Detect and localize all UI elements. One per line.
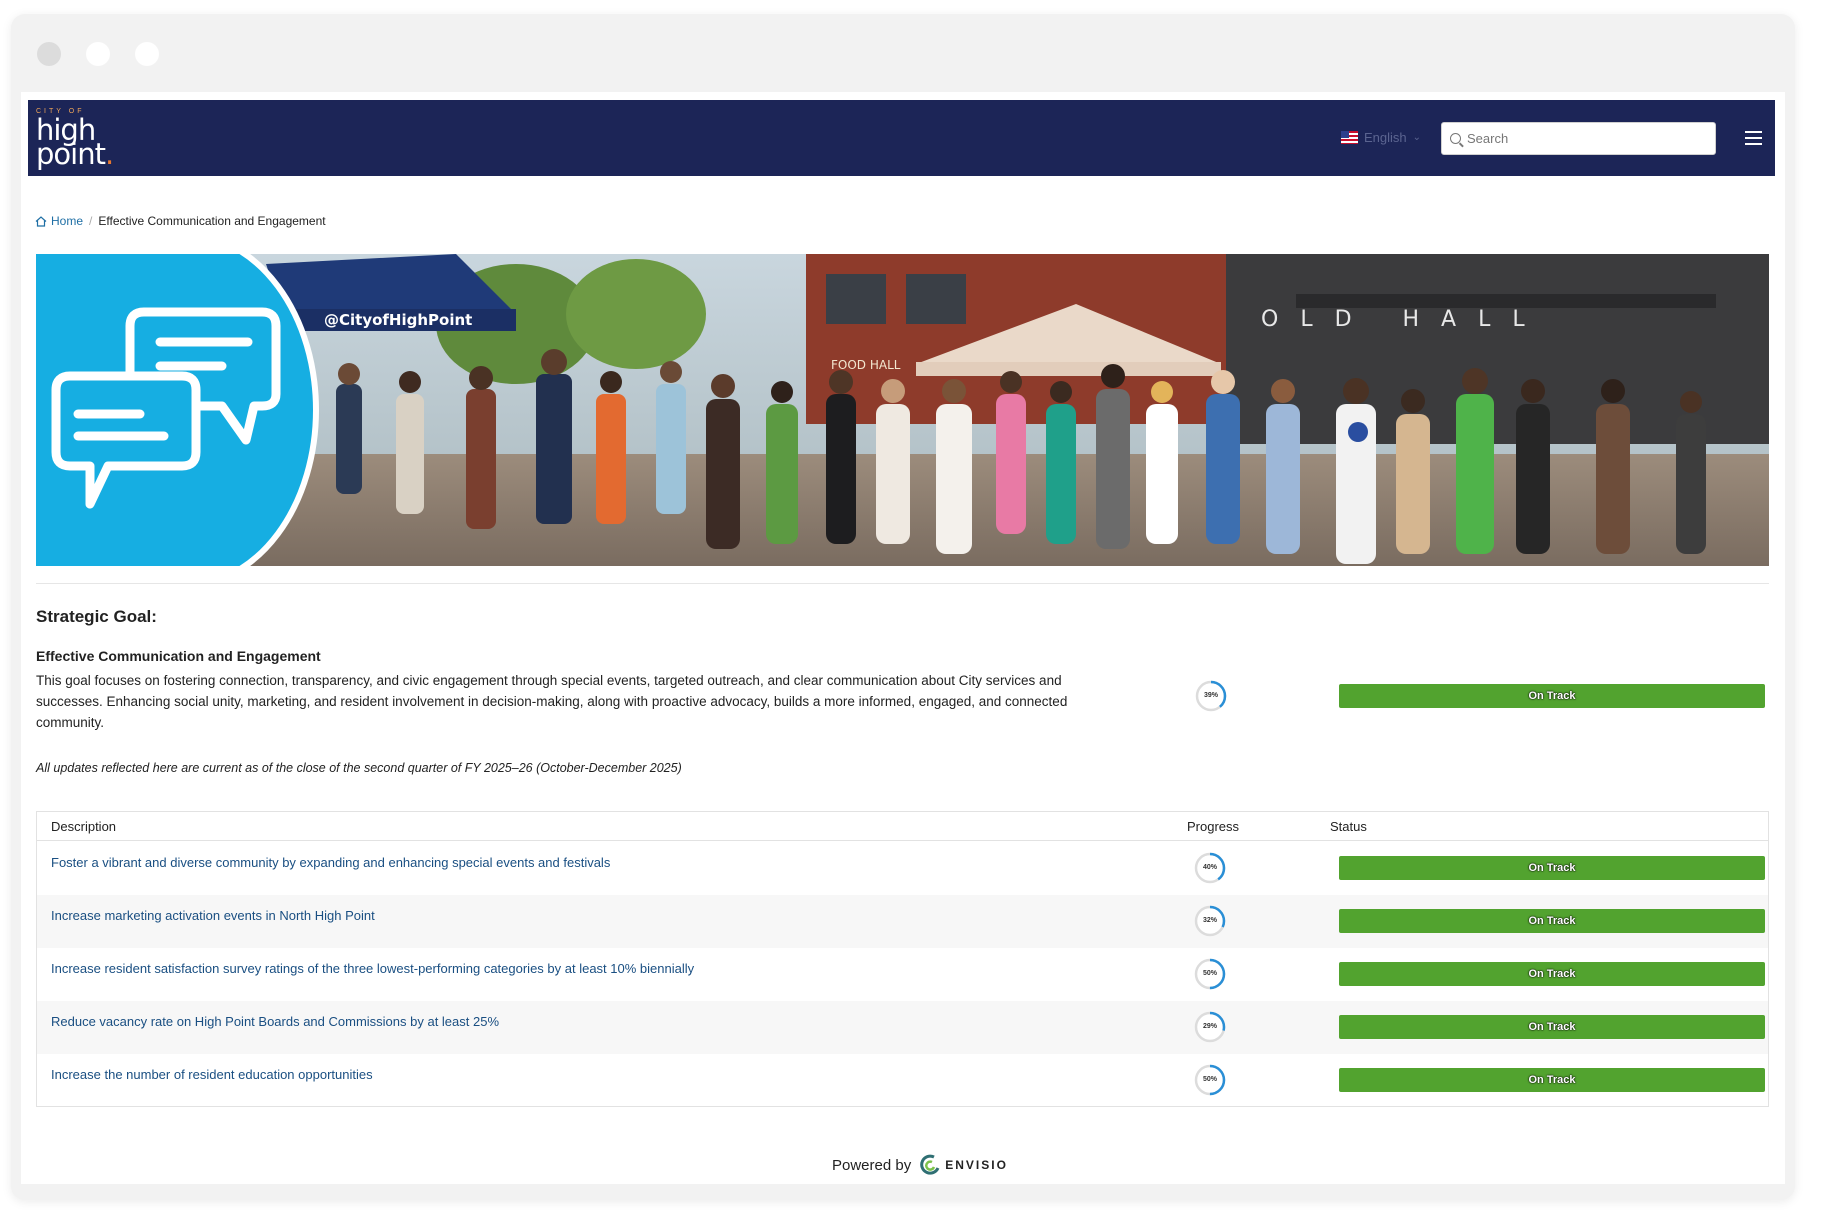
food-hall-sign: FOOD HALL (831, 358, 901, 372)
row-progress-ring: 50% (1193, 957, 1227, 991)
divider (36, 583, 1769, 584)
row-status-badge: On Track (1339, 1015, 1765, 1039)
table-row: Reduce vacancy rate on High Point Boards… (37, 1001, 1768, 1054)
objective-link[interactable]: Increase marketing activation events in … (51, 908, 375, 923)
us-flag-icon (1341, 131, 1358, 144)
top-navbar: CITY OF high point. English ⌄ (28, 100, 1775, 176)
language-selector[interactable]: English ⌄ (1341, 130, 1421, 145)
search-icon (1450, 133, 1461, 144)
table-row: Foster a vibrant and diverse community b… (37, 842, 1768, 895)
row-status-badge: On Track (1339, 909, 1765, 933)
row-progress-label: 50% (1202, 1076, 1217, 1083)
browser-window: CITY OF high point. English ⌄ Home (11, 14, 1795, 1200)
powered-by-label: Powered by (832, 1156, 912, 1174)
row-status-badge: On Track (1339, 962, 1765, 986)
goal-description: This goal focuses on fostering connectio… (36, 673, 1068, 730)
row-progress-label: 50% (1202, 970, 1217, 977)
search-box[interactable] (1441, 122, 1716, 155)
logo-period: . (104, 137, 114, 171)
banner-photo: OLD HALL FOOD HALL @CityofHighPoint (36, 254, 1769, 566)
row-progress-ring: 50% (1193, 1063, 1227, 1097)
hamburger-menu-icon[interactable] (1745, 131, 1762, 145)
envisio-logo-icon (920, 1154, 940, 1175)
breadcrumb-home-link[interactable]: Home (51, 214, 83, 228)
goal-progress-label: 39% (1203, 692, 1218, 699)
envisio-logo[interactable]: ENVISIO (919, 1154, 1008, 1176)
footer-powered-by: Powered by ENVISIO (832, 1154, 1008, 1176)
tent-handle-text: @CityofHighPoint (324, 311, 472, 329)
table-header: Description Progress Status (37, 812, 1768, 841)
window-minimize-button[interactable] (86, 42, 110, 66)
column-header-status[interactable]: Status (1330, 819, 1367, 834)
table-row: Increase the number of resident educatio… (37, 1054, 1768, 1107)
goal-name: Effective Communication and Engagement (36, 648, 321, 664)
row-status-badge: On Track (1339, 856, 1765, 880)
objective-link[interactable]: Foster a vibrant and diverse community b… (51, 855, 610, 870)
row-progress-label: 40% (1202, 864, 1217, 871)
goal-banner-image: OLD HALL FOOD HALL @CityofHighPoint (36, 254, 1769, 566)
strategic-goal-heading: Strategic Goal: (36, 607, 157, 626)
envisio-brand-text: ENVISIO (945, 1158, 1008, 1172)
logo-word-point-text: point (36, 137, 106, 171)
page-content: CITY OF high point. English ⌄ Home (21, 92, 1785, 1184)
language-label: English (1364, 130, 1407, 145)
breadcrumb: Home / Effective Communication and Engag… (35, 214, 326, 228)
window-maximize-button[interactable] (135, 42, 159, 66)
chevron-down-icon: ⌄ (1412, 132, 1422, 143)
breadcrumb-current: Effective Communication and Engagement (98, 214, 326, 228)
home-icon (35, 215, 47, 227)
column-header-description[interactable]: Description (51, 819, 116, 834)
search-input[interactable] (1467, 131, 1697, 146)
row-progress-ring: 32% (1193, 904, 1227, 938)
goal-progress-ring: 39% (1194, 679, 1228, 713)
window-controls (37, 42, 159, 66)
objective-link[interactable]: Reduce vacancy rate on High Point Boards… (51, 1014, 499, 1029)
update-note: All updates reflected here are current a… (36, 761, 682, 775)
row-status-badge: On Track (1339, 1068, 1765, 1092)
objective-link[interactable]: Increase the number of resident educatio… (51, 1067, 373, 1082)
breadcrumb-separator: / (89, 214, 93, 228)
objective-link[interactable]: Increase resident satisfaction survey ra… (51, 961, 694, 976)
table-row: Increase marketing activation events in … (37, 895, 1768, 948)
row-progress-label: 29% (1202, 1023, 1217, 1030)
city-logo[interactable]: CITY OF high point. (36, 106, 126, 172)
row-progress-label: 32% (1202, 917, 1217, 924)
row-progress-ring: 40% (1193, 851, 1227, 885)
tree (566, 259, 706, 369)
table-row: Increase resident satisfaction survey ra… (37, 948, 1768, 1001)
column-header-progress[interactable]: Progress (1187, 819, 1239, 834)
row-progress-ring: 29% (1193, 1010, 1227, 1044)
window-close-button[interactable] (37, 42, 61, 66)
objectives-table: Description Progress Status Foster a vib… (36, 811, 1769, 1107)
building-sign-text: OLD HALL (1261, 307, 1547, 332)
logo-word-point: point. (36, 137, 114, 171)
goal-status-badge: On Track (1339, 684, 1765, 708)
